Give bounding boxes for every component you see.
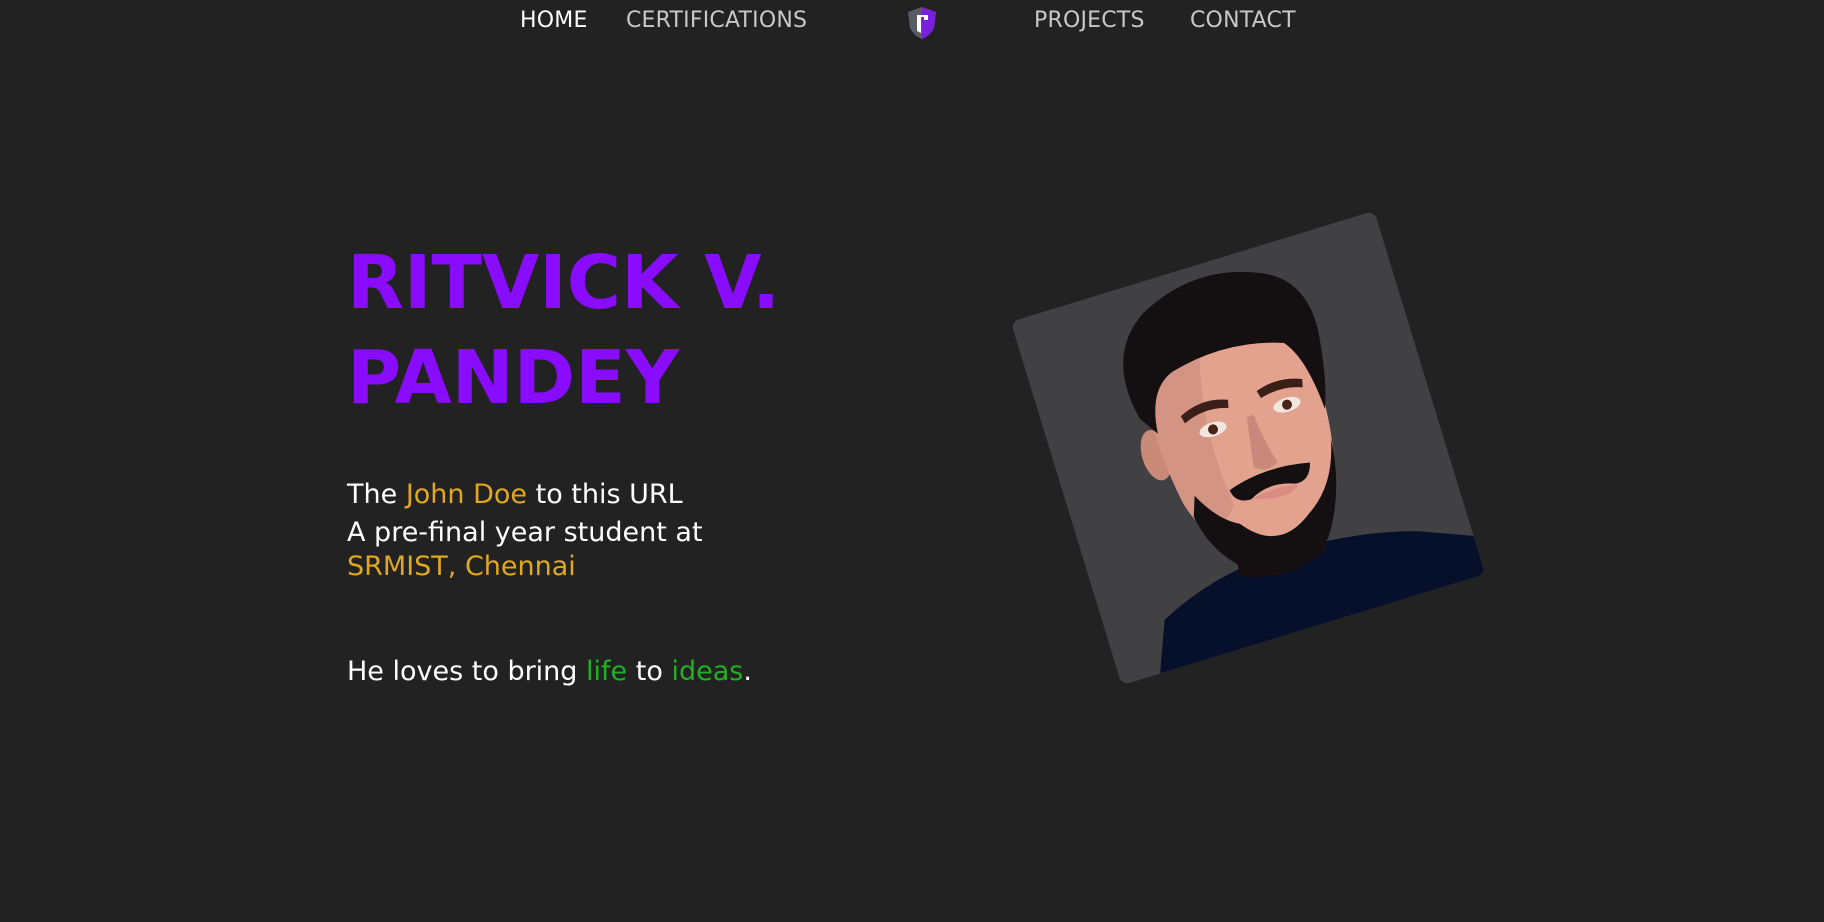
avatar-card [1010,210,1486,686]
nav-projects-link[interactable]: PROJECTS [1034,8,1145,33]
intro-line: The John Doe to this URL [347,474,703,516]
top-navigation: HOME CERTIFICATIONS PROJECTS CONTACT [0,0,1824,48]
avatar-frame [1010,210,1486,686]
page: HOME CERTIFICATIONS PROJECTS CONTACT RIT… [0,0,1824,922]
tagline-mid: to [627,656,672,687]
tagline-word-life: life [586,656,628,687]
portrait-illustration-icon [1123,271,1486,674]
tagline-word-ideas: ideas [671,656,744,687]
hero-tagline: He loves to bring life to ideas. [347,652,752,692]
tagline-start: He loves to bring [347,656,587,687]
intro-suffix: to this URL [527,479,683,510]
nav-home-link[interactable]: HOME [520,8,588,33]
institution-name: SRMIST, Chennai [347,551,576,582]
hero-name-line1: RITVICK V. [347,240,781,326]
hero-name-line2: PANDEY [347,335,680,421]
tagline-end: . [743,656,752,687]
hero-name: RITVICK V. PANDEY [347,236,780,426]
nav-certifications-link[interactable]: CERTIFICATIONS [626,8,807,33]
intro-prefix: The [347,479,406,510]
student-line: A pre-final year student at [347,517,703,548]
nav-contact-link[interactable]: CONTACT [1190,8,1296,33]
shield-logo-icon[interactable] [906,6,938,40]
hero-intro: The John Doe to this URL A pre-final yea… [347,474,703,584]
intro-highlight: John Doe [405,479,528,510]
